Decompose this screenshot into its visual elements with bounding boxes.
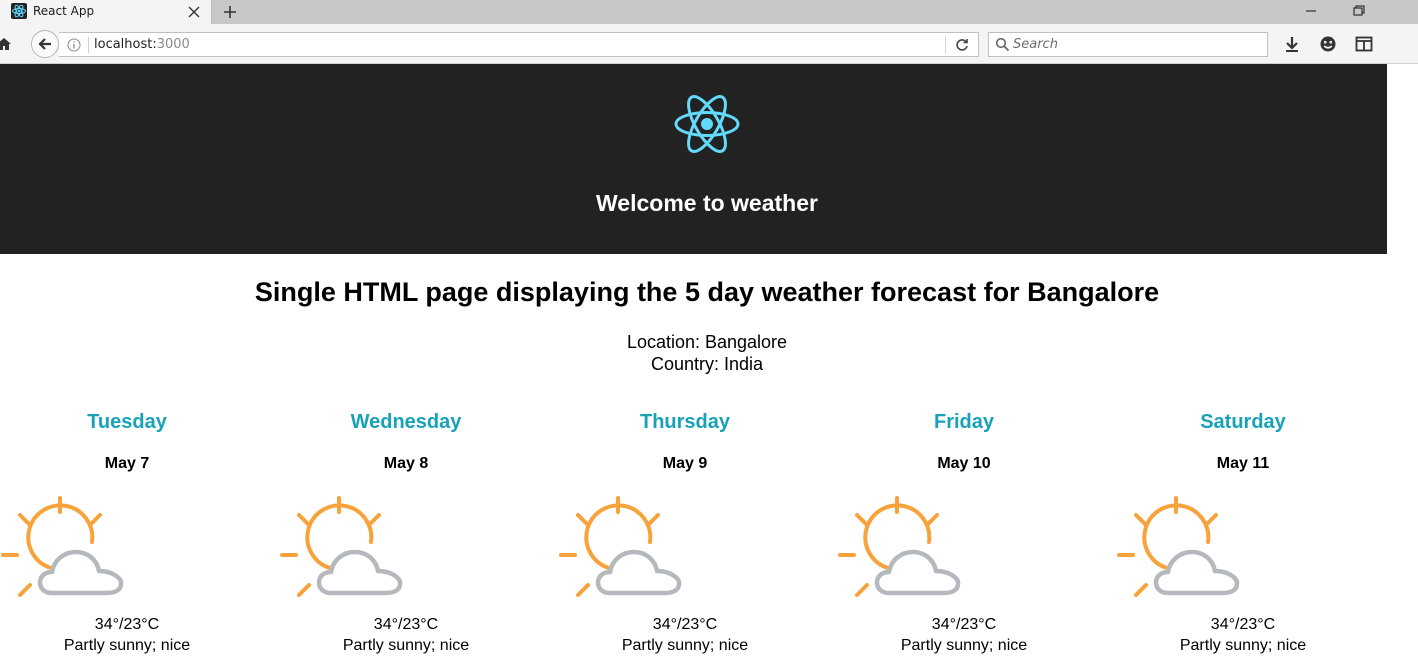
forecast-day-card: Friday May 10 34°/23°C Partly sunny; nic…: [864, 408, 1064, 667]
day-date: May 11: [1216, 455, 1270, 472]
weather-summary: Partly sunny; nice: [900, 637, 1028, 654]
day-name: Thursday: [639, 411, 731, 433]
temperature: 34°/23°C: [931, 616, 997, 633]
browser-nav-bar: localhost:3000: [0, 24, 1418, 64]
forecast-day-card: Thursday May 9 34°/23°C Partly sunny; ni…: [585, 408, 785, 667]
temperature: 34°/23°C: [652, 616, 718, 633]
partly-sunny-icon: [558, 495, 682, 599]
country-text: Country: India: [650, 354, 764, 374]
day-name: Tuesday: [87, 411, 167, 433]
react-logo-icon: [674, 95, 740, 153]
address-bar[interactable]: localhost:3000: [59, 32, 979, 57]
minimize-window-icon[interactable]: [1300, 2, 1322, 20]
partly-sunny-icon: [837, 495, 961, 599]
sidebar-toggle-icon[interactable]: [1354, 34, 1374, 54]
weather-summary: Partly sunny; nice: [1179, 637, 1307, 654]
day-date: May 8: [383, 455, 429, 472]
location-text: Location: Bangalore: [626, 332, 788, 352]
temperature: 34°/23°C: [373, 616, 439, 633]
page-heading: Single HTML page displaying the 5 day we…: [254, 277, 1160, 307]
forecast-day-card: Saturday May 11 34°/23°C Partly sunny; n…: [1143, 408, 1343, 667]
partly-sunny-icon: [279, 495, 403, 599]
smiley-feedback-icon[interactable]: [1318, 34, 1338, 54]
weather-summary: Partly sunny; nice: [63, 637, 191, 654]
url-host: localhost:: [94, 37, 157, 52]
header-title: Welcome to weather: [596, 190, 818, 216]
reload-icon[interactable]: [954, 37, 970, 53]
partly-sunny-icon: [0, 495, 124, 599]
info-icon[interactable]: [67, 38, 81, 52]
weather-summary: Partly sunny; nice: [621, 637, 749, 654]
weather-summary: Partly sunny; nice: [342, 637, 470, 654]
location-block: Location: Bangalore Country: India: [0, 331, 1414, 375]
forecast-day-card: Tuesday May 7 34°/23°C Partly sunny; nic…: [27, 408, 227, 667]
url-text[interactable]: localhost:3000: [94, 37, 190, 52]
search-icon: [995, 37, 1010, 52]
url-port: 3000: [156, 37, 190, 52]
browser-tab[interactable]: React App: [0, 0, 212, 24]
home-icon[interactable]: [0, 36, 12, 52]
search-input[interactable]: [1013, 35, 1253, 53]
day-name: Friday: [933, 411, 995, 433]
download-icon[interactable]: [1282, 34, 1302, 54]
close-tab-icon[interactable]: [187, 5, 201, 19]
day-name: Saturday: [1200, 411, 1286, 433]
app-header: Welcome to weather: [0, 64, 1387, 254]
day-name: Wednesday: [350, 411, 462, 433]
restore-window-icon[interactable]: [1347, 2, 1369, 20]
tab-title: React App: [33, 4, 95, 18]
url-separator: [88, 37, 89, 53]
temperature: 34°/23°C: [94, 616, 160, 633]
new-tab-icon[interactable]: [222, 4, 238, 20]
day-date: May 9: [662, 455, 708, 472]
forecast-day-card: Wednesday May 8 34°/23°C Partly sunny; n…: [306, 408, 506, 667]
react-favicon-icon: [11, 3, 27, 19]
day-date: May 7: [104, 455, 150, 472]
back-button[interactable]: [31, 30, 59, 58]
url-divider: [945, 36, 946, 54]
day-date: May 10: [937, 455, 991, 472]
browser-tab-strip: React App: [0, 0, 1418, 24]
temperature: 34°/23°C: [1210, 616, 1276, 633]
partly-sunny-icon: [1116, 495, 1240, 599]
search-bar[interactable]: [988, 32, 1268, 57]
arrow-left-icon: [38, 38, 51, 50]
